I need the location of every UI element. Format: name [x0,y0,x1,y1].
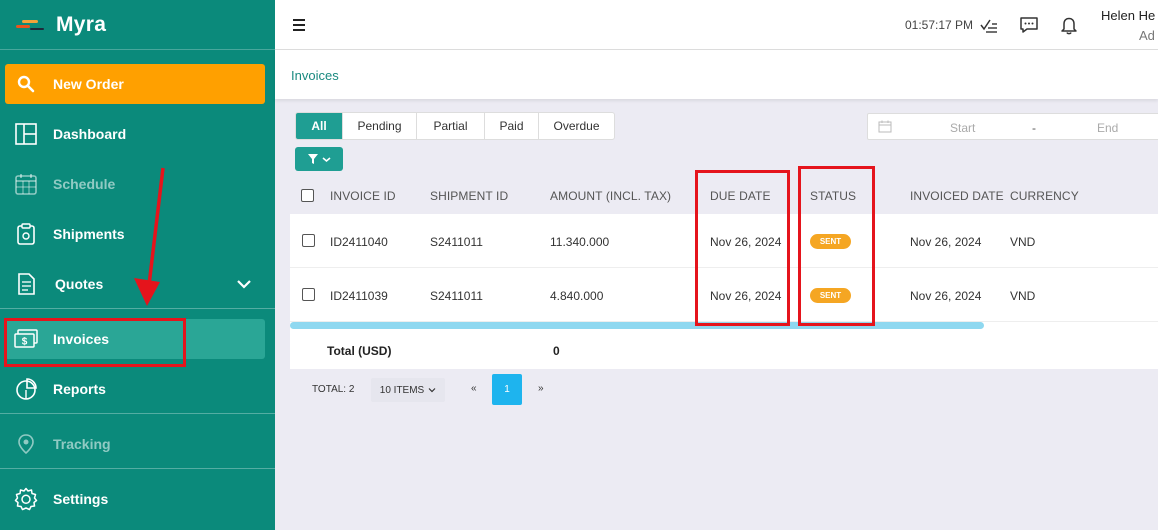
red-arrow-icon [134,167,165,306]
